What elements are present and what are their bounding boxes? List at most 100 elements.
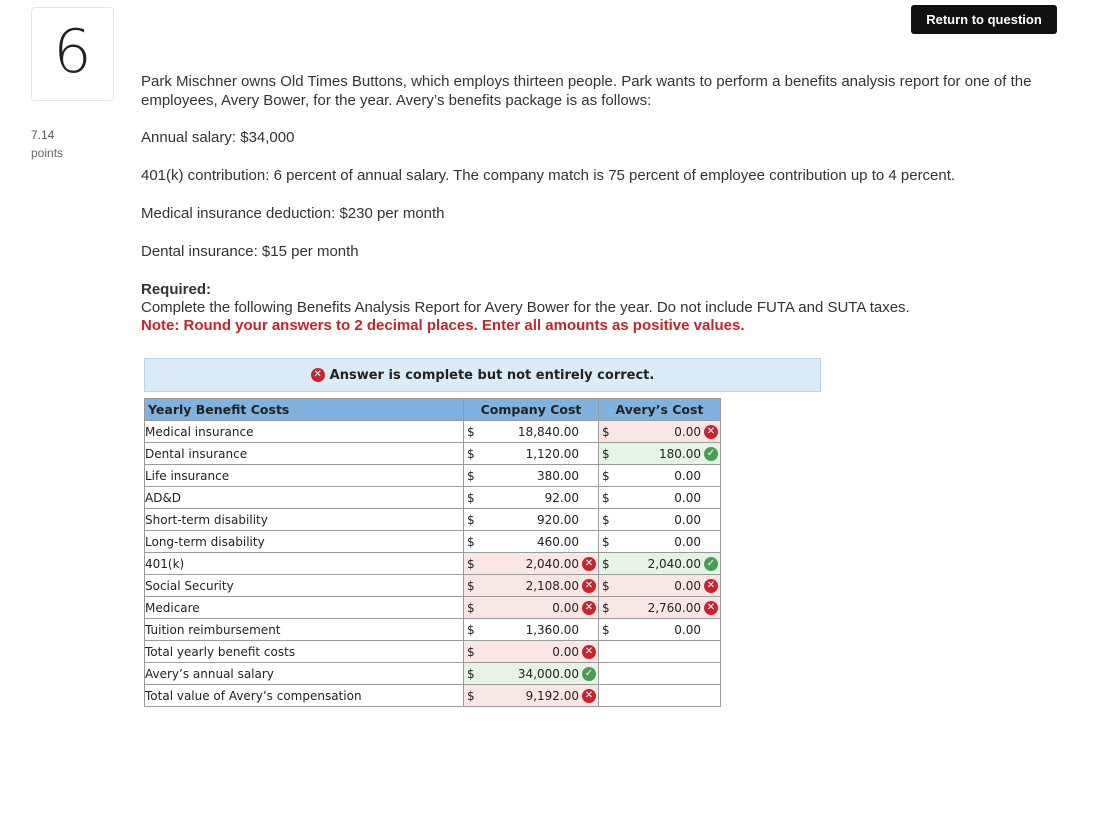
- company-cost-cell-value[interactable]: 1,120.00: [479, 447, 582, 461]
- avery-cost-cell[interactable]: $0.00: [598, 618, 721, 641]
- company-cost-cell-value[interactable]: 380.00: [479, 469, 582, 483]
- row-label: Medical insurance: [144, 420, 464, 443]
- incorrect-icon: ✕: [582, 578, 596, 593]
- currency-symbol: $: [602, 534, 610, 549]
- avery-cost-cell[interactable]: $0.00 ✕: [598, 420, 721, 443]
- return-to-question-button[interactable]: Return to question: [911, 5, 1057, 34]
- answer-status-banner: ✕ Answer is complete but not entirely co…: [144, 358, 821, 392]
- currency-symbol: $: [467, 490, 475, 505]
- correct-icon: ✓: [704, 556, 718, 571]
- question-number: 6: [53, 17, 92, 87]
- avery-cost-cell[interactable]: $0.00: [598, 508, 721, 531]
- currency-symbol: $: [467, 512, 475, 527]
- avery-cost-cell[interactable]: [598, 640, 721, 663]
- company-cost-cell[interactable]: $920.00: [463, 508, 599, 531]
- company-cost-cell-value[interactable]: 2,040.00: [479, 557, 582, 571]
- avery-cost-cell-value[interactable]: 180.00: [614, 447, 704, 461]
- company-cost-cell-value[interactable]: 0.00: [479, 645, 582, 659]
- currency-symbol: $: [602, 468, 610, 483]
- company-cost-cell[interactable]: $18,840.00: [463, 420, 599, 443]
- fact-401k: 401(k) contribution: 6 percent of annual…: [141, 167, 956, 184]
- company-cost-cell-value[interactable]: 920.00: [479, 513, 582, 527]
- row-label: Total yearly benefit costs: [144, 640, 464, 663]
- avery-cost-cell[interactable]: $2,040.00 ✓: [598, 552, 721, 575]
- currency-symbol: $: [467, 446, 475, 461]
- company-cost-cell[interactable]: $0.00 ✕: [463, 640, 599, 663]
- company-cost-cell-value[interactable]: 460.00: [479, 535, 582, 549]
- company-cost-cell[interactable]: $2,040.00 ✕: [463, 552, 599, 575]
- currency-symbol: $: [467, 688, 475, 703]
- points-label: points: [31, 146, 64, 160]
- avery-cost-cell-value[interactable]: 2,040.00: [614, 557, 704, 571]
- avery-cost-cell-value[interactable]: 0.00: [614, 491, 704, 505]
- company-cost-cell[interactable]: $1,120.00: [463, 442, 599, 465]
- incorrect-icon: ✕: [704, 578, 718, 593]
- incorrect-icon: ✕: [704, 424, 718, 439]
- company-cost-cell-value[interactable]: 92.00: [479, 491, 582, 505]
- company-cost-cell[interactable]: $1,360.00: [463, 618, 599, 641]
- question-intro: Park Mischner owns Old Times Buttons, wh…: [141, 73, 1032, 109]
- fact-medical: Medical insurance deduction: $230 per mo…: [141, 205, 445, 222]
- avery-cost-cell-value[interactable]: 0.00: [614, 469, 704, 483]
- required-title: Required:: [141, 281, 212, 298]
- table-row: 401(k) $2,040.00 ✕ $2,040.00 ✓: [144, 552, 721, 575]
- company-cost-cell-value[interactable]: 1,360.00: [479, 623, 582, 637]
- table-row: Tuition reimbursement $1,360.00 $0.00: [144, 618, 721, 641]
- table-row: Medicare $0.00 ✕ $2,760.00 ✕: [144, 596, 721, 619]
- table-row: Long-term disability $460.00 $0.00: [144, 530, 721, 553]
- header-yearly-benefit-costs: Yearly Benefit Costs: [144, 398, 464, 421]
- table-row: Total value of Avery’s compensation $9,19…: [144, 684, 721, 707]
- avery-cost-cell-value[interactable]: 0.00: [614, 579, 704, 593]
- company-cost-cell[interactable]: $34,000.00 ✓: [463, 662, 599, 685]
- avery-cost-cell-value[interactable]: 2,760.00: [614, 601, 704, 615]
- avery-cost-cell[interactable]: $0.00: [598, 486, 721, 509]
- avery-cost-cell[interactable]: $2,760.00 ✕: [598, 596, 721, 619]
- incorrect-icon: ✕: [582, 556, 596, 571]
- avery-cost-cell[interactable]: [598, 684, 721, 707]
- table-row: Social Security $2,108.00 ✕ $0.00 ✕: [144, 574, 721, 597]
- points-value: 7.14: [31, 128, 55, 142]
- avery-cost-cell[interactable]: [598, 662, 721, 685]
- currency-symbol: $: [602, 490, 610, 505]
- avery-cost-cell-value[interactable]: 0.00: [614, 425, 704, 439]
- avery-cost-cell-value[interactable]: 0.00: [614, 513, 704, 527]
- currency-symbol: $: [467, 644, 475, 659]
- company-cost-cell-value[interactable]: 0.00: [479, 601, 582, 615]
- row-label: AD&D: [144, 486, 464, 509]
- incorrect-icon: ✕: [310, 368, 325, 382]
- company-cost-cell-value[interactable]: 18,840.00: [479, 425, 582, 439]
- row-label: Avery’s annual salary: [144, 662, 464, 685]
- avery-cost-cell-value[interactable]: 0.00: [614, 535, 704, 549]
- currency-symbol: $: [602, 512, 610, 527]
- row-label: Medicare: [144, 596, 464, 619]
- rounding-note: Note: Round your answers to 2 decimal pl…: [141, 317, 745, 334]
- row-label: 401(k): [144, 552, 464, 575]
- header-company-cost: Company Cost: [463, 398, 599, 421]
- company-cost-cell[interactable]: $92.00: [463, 486, 599, 509]
- table-row: Medical insurance $18,840.00 $0.00 ✕: [144, 420, 721, 443]
- row-label: Long-term disability: [144, 530, 464, 553]
- incorrect-icon: ✕: [704, 600, 718, 615]
- currency-symbol: $: [602, 600, 610, 615]
- currency-symbol: $: [467, 622, 475, 637]
- company-cost-cell[interactable]: $9,192.00 ✕: [463, 684, 599, 707]
- company-cost-cell[interactable]: $0.00 ✕: [463, 596, 599, 619]
- avery-cost-cell[interactable]: $180.00 ✓: [598, 442, 721, 465]
- company-cost-cell[interactable]: $460.00: [463, 530, 599, 553]
- company-cost-cell[interactable]: $2,108.00 ✕: [463, 574, 599, 597]
- company-cost-cell-value[interactable]: 9,192.00: [479, 689, 582, 703]
- table-row: Dental insurance $1,120.00 $180.00 ✓: [144, 442, 721, 465]
- company-cost-cell-value[interactable]: 2,108.00: [479, 579, 582, 593]
- currency-symbol: $: [467, 534, 475, 549]
- avery-cost-cell[interactable]: $0.00: [598, 464, 721, 487]
- table-row: Total yearly benefit costs $0.00 ✕: [144, 640, 721, 663]
- table-row: Avery’s annual salary $34,000.00 ✓: [144, 662, 721, 685]
- avery-cost-cell-value[interactable]: 0.00: [614, 623, 704, 637]
- company-cost-cell-value[interactable]: 34,000.00: [479, 667, 582, 681]
- company-cost-cell[interactable]: $380.00: [463, 464, 599, 487]
- avery-cost-cell[interactable]: $0.00: [598, 530, 721, 553]
- currency-symbol: $: [467, 424, 475, 439]
- row-label: Dental insurance: [144, 442, 464, 465]
- table-row: Short-term disability $920.00 $0.00: [144, 508, 721, 531]
- avery-cost-cell[interactable]: $0.00 ✕: [598, 574, 721, 597]
